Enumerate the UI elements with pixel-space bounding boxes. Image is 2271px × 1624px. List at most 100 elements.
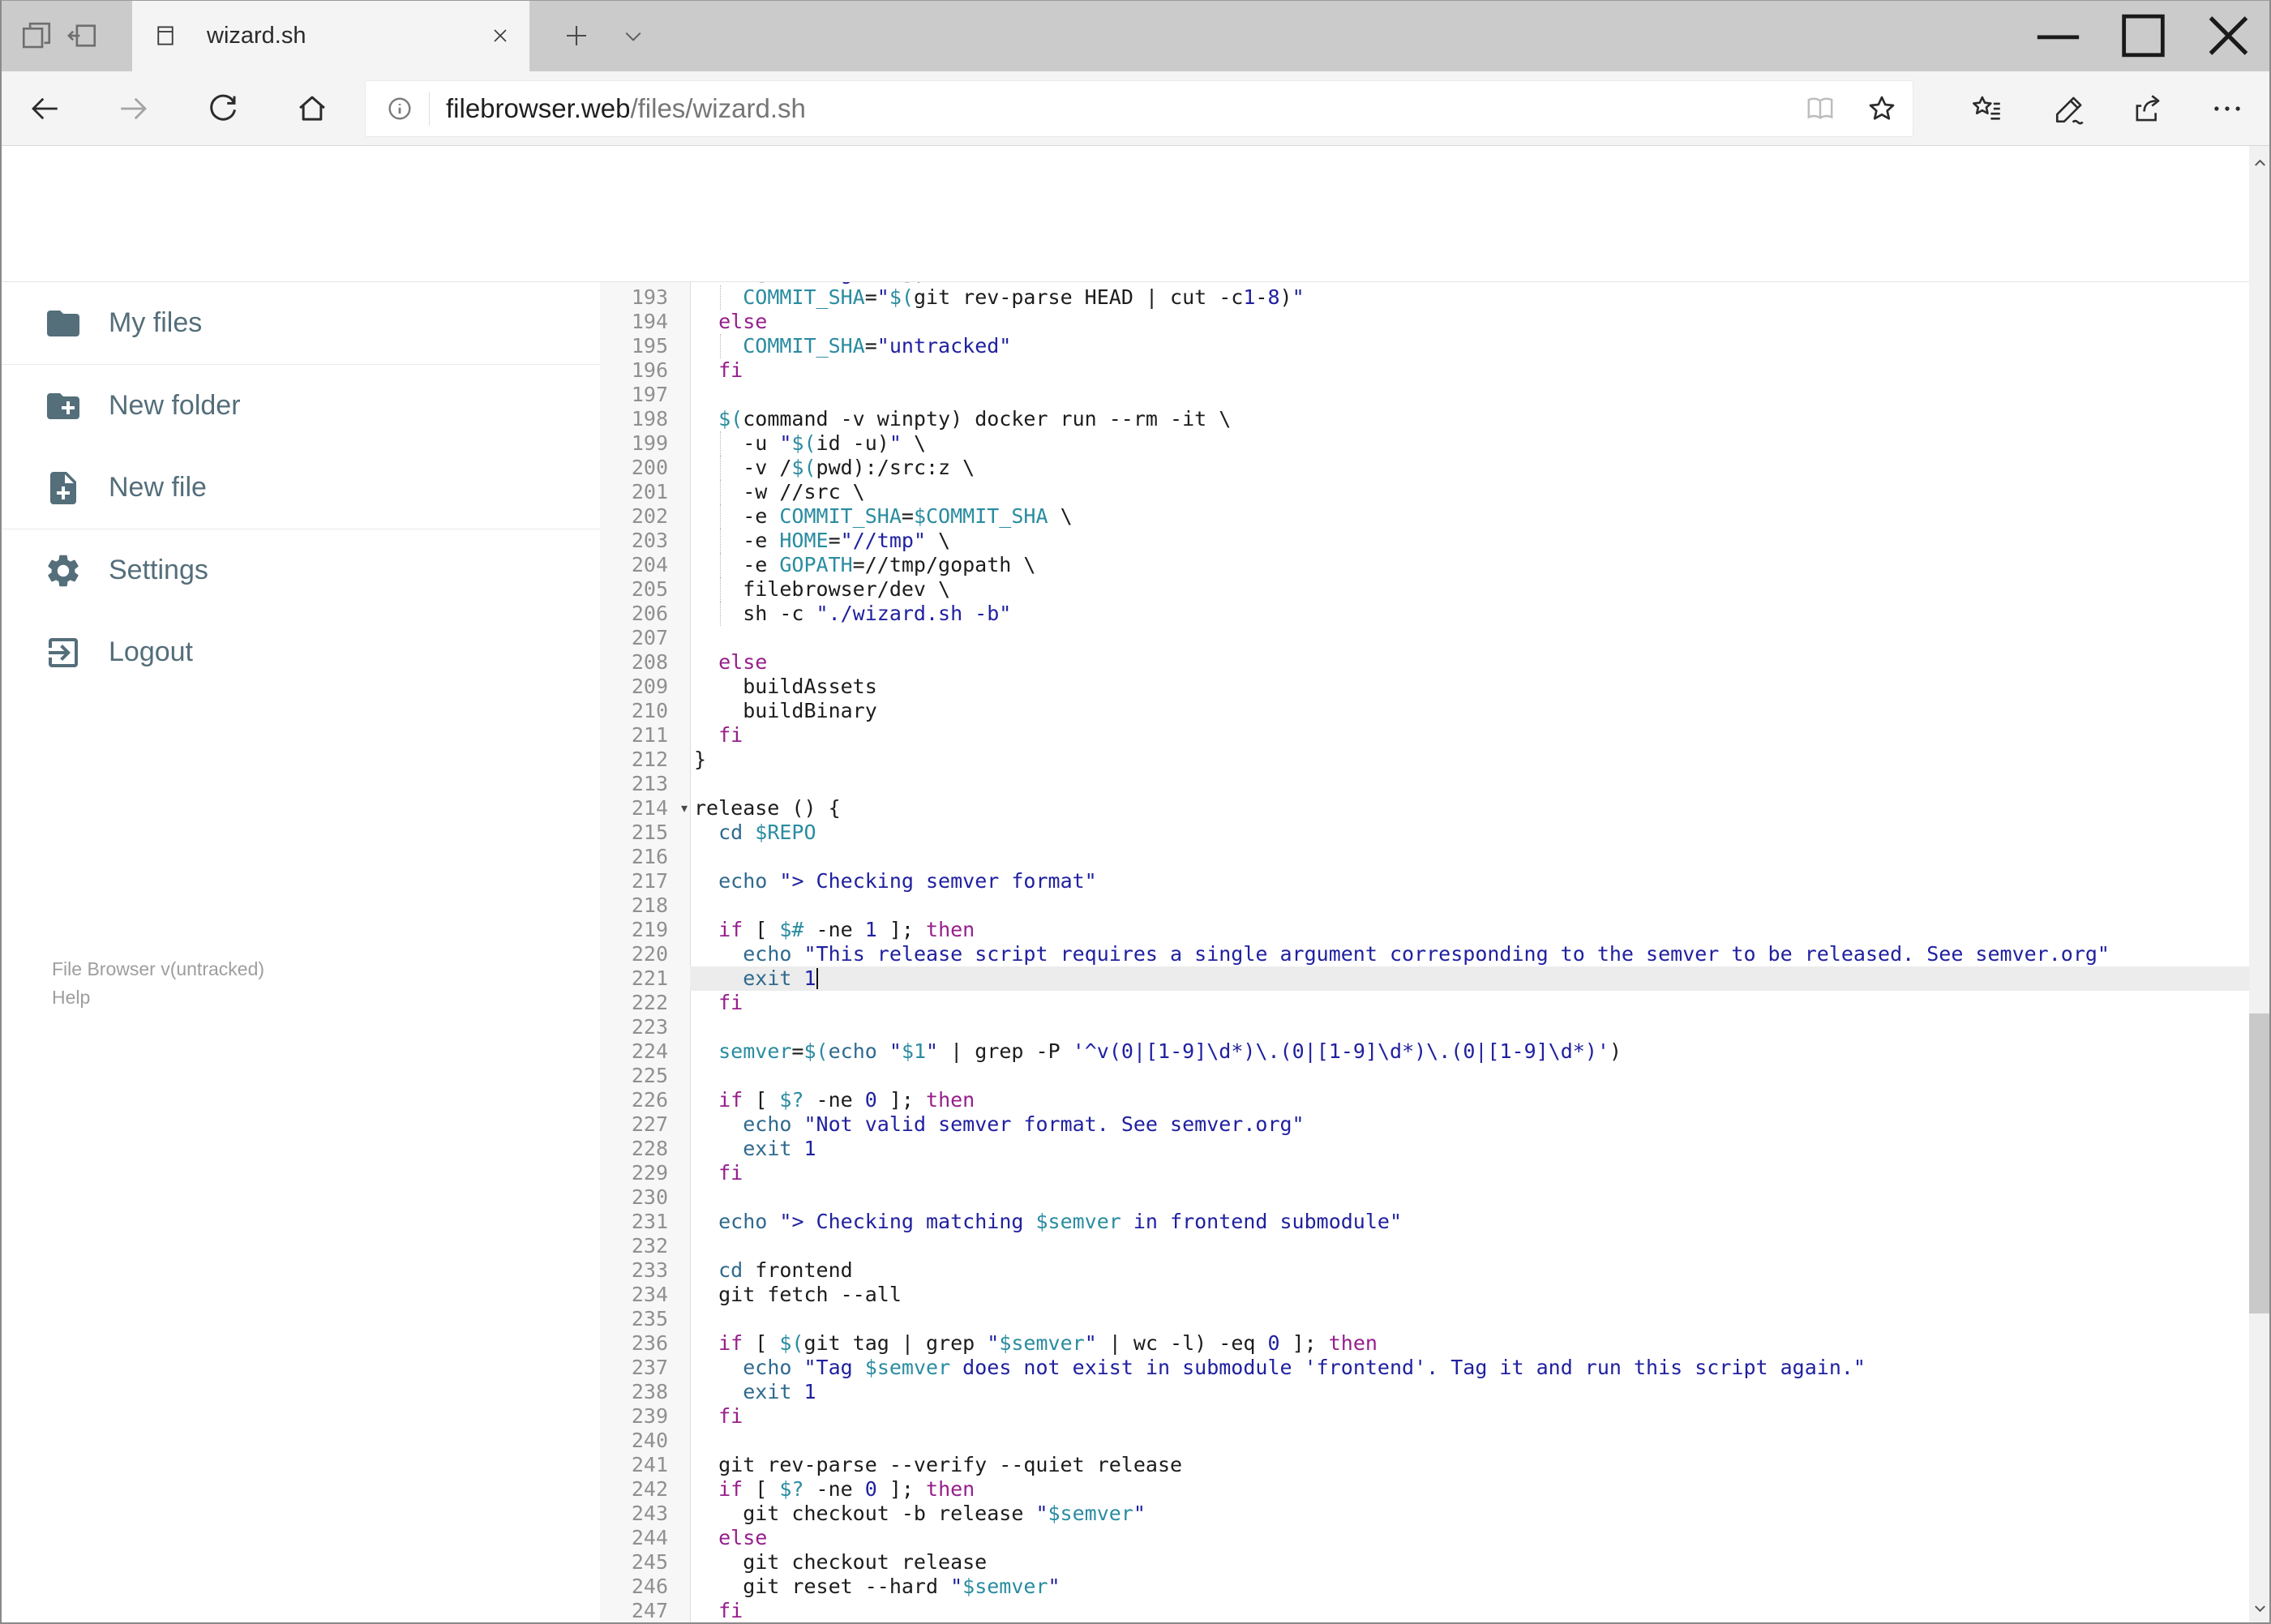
code-text: if [ $? -ne 0 ]; then <box>718 1088 975 1112</box>
line-number: 204 <box>631 553 668 576</box>
scrollbar[interactable] <box>2249 146 2271 1624</box>
tab-preview-button[interactable] <box>19 19 54 53</box>
scrollbar-thumb[interactable] <box>2249 1013 2271 1313</box>
forward-button[interactable] <box>117 92 151 126</box>
sidebar-item-label: Logout <box>109 636 193 667</box>
line-number: 227 <box>631 1112 668 1136</box>
code-line-231: 231 echo "> Checking matching $semver in… <box>600 1210 2249 1234</box>
web-note-button[interactable] <box>2053 92 2087 126</box>
tab-close-button[interactable] <box>489 24 512 47</box>
close-button[interactable] <box>2186 0 2271 71</box>
line-number: 225 <box>631 1064 668 1087</box>
sidebar-item-logout[interactable]: Logout <box>0 611 600 693</box>
scroll-up-arrow-icon[interactable] <box>2251 154 2269 173</box>
code-line-223: 223 <box>600 1015 2249 1039</box>
site-info-icon[interactable] <box>385 94 414 123</box>
hub-button[interactable] <box>1970 92 2004 126</box>
line-number: 229 <box>631 1161 668 1185</box>
line-number: 234 <box>631 1283 668 1306</box>
code-text: release () { <box>694 796 841 820</box>
code-text: else <box>718 1526 768 1549</box>
line-number: 196 <box>631 358 668 382</box>
sidebar-item-label: Settings <box>109 555 208 585</box>
line-number: 239 <box>631 1404 668 1428</box>
code-text: echo "Not valid semver format. See semve… <box>743 1112 1305 1136</box>
code-text: $(command -v winpty) docker run --rm -it… <box>718 407 1232 431</box>
line-number: 205 <box>631 577 668 601</box>
tab-list-chevron-button[interactable] <box>621 24 645 49</box>
code-text: git checkout -b release "$semver" <box>694 1502 1146 1525</box>
sidebar-item-my-files[interactable]: My files <box>0 282 600 364</box>
scroll-down-arrow-icon[interactable] <box>2251 1599 2269 1618</box>
sidebar-item-settings[interactable]: Settings <box>0 529 600 611</box>
code-line-199: 199 -u "$(id -u)" \ <box>600 431 2249 456</box>
line-number: 212 <box>631 748 668 771</box>
fold-arrow-icon[interactable]: ▾ <box>681 796 688 821</box>
code-text: fi <box>718 991 743 1014</box>
line-number: 226 <box>631 1088 668 1112</box>
sidebar-item-new-folder[interactable]: New folder <box>0 365 600 447</box>
set-tabs-aside-button[interactable] <box>65 19 99 53</box>
code-line-211: 211 fi <box>600 723 2249 748</box>
code-line-210: 210 buildBinary <box>600 699 2249 723</box>
minimize-button[interactable] <box>2016 0 2101 71</box>
code-text: -u "$(id -u)" \ <box>694 431 927 456</box>
reading-view-button[interactable] <box>1804 92 1836 125</box>
code-text: else <box>718 310 768 333</box>
code-line-233: 233 cd frontend <box>600 1258 2249 1283</box>
code-line-196: 196 fi <box>600 358 2249 383</box>
code-text: fi <box>718 1161 743 1185</box>
line-number: 237 <box>631 1356 668 1379</box>
code-text: fi <box>718 358 743 382</box>
share-page-button[interactable] <box>2131 92 2165 126</box>
set-aside-icon <box>65 19 99 53</box>
code-line-237: 237 echo "Tag $semver does not exist in … <box>600 1356 2249 1380</box>
refresh-button[interactable] <box>206 92 240 126</box>
code-text: echo "Tag $semver does not exist in subm… <box>743 1356 1866 1379</box>
code-line-220: 220 echo "This release script requires a… <box>600 942 2249 966</box>
code-text: if [ $? -ne 0 ]; then <box>718 1477 975 1501</box>
line-number: 232 <box>631 1234 668 1258</box>
code-line-243: 243 git checkout -b release "$semver" <box>600 1502 2249 1526</box>
page-icon <box>153 24 178 48</box>
sidebar-items: My files New folder New file Settings Logout <box>0 282 600 693</box>
code-line-238: 238 exit 1 <box>600 1380 2249 1404</box>
code-editor[interactable]: 192 if [ -d ".git" ]; then193 COMMIT_SHA… <box>600 282 2249 1624</box>
code-line-218: 218 <box>600 893 2249 918</box>
code-line-207: 207 <box>600 626 2249 650</box>
browser-tab[interactable]: wizard.sh <box>132 0 529 71</box>
code-line-212: 212} <box>600 748 2249 772</box>
code-line-200: 200 -v /$(pwd):/src:z \ <box>600 456 2249 480</box>
code-text: filebrowser/dev \ <box>694 577 951 602</box>
address-bar[interactable]: filebrowser.web/files/wizard.sh <box>365 80 1913 137</box>
indent-guide <box>720 529 721 553</box>
help-link[interactable]: Help <box>52 983 264 1012</box>
url-path: /files/wizard.sh <box>630 93 806 123</box>
code-text: buildAssets <box>694 675 877 698</box>
code-line-194: 194 else <box>600 310 2249 334</box>
line-number: 195 <box>631 334 668 358</box>
file-plus-icon <box>44 469 83 508</box>
home-button[interactable] <box>295 92 329 126</box>
line-number: 230 <box>631 1185 668 1209</box>
code-line-193: 193 COMMIT_SHA="$(git rev-parse HEAD | c… <box>600 285 2249 310</box>
sidebar-item-new-file[interactable]: New file <box>0 447 600 529</box>
code-lines: 192 if [ -d ".git" ]; then193 COMMIT_SHA… <box>600 282 2249 1623</box>
indent-guide <box>720 577 721 602</box>
back-button[interactable] <box>28 92 62 126</box>
code-line-240: 240 <box>600 1429 2249 1453</box>
new-tab-button[interactable] <box>562 21 591 50</box>
code-text: COMMIT_SHA="$(git rev-parse HEAD | cut -… <box>690 285 1305 310</box>
line-number: 238 <box>631 1380 668 1403</box>
code-text: buildBinary <box>694 699 877 722</box>
maximize-button[interactable] <box>2101 0 2186 71</box>
code-line-219: 219 if [ $# -ne 1 ]; then <box>600 918 2249 942</box>
code-text: exit 1 <box>743 966 818 990</box>
code-line-229: 229 fi <box>600 1161 2249 1185</box>
more-options-button[interactable] <box>2210 92 2244 126</box>
favorite-star-button[interactable] <box>1866 92 1898 125</box>
code-text: echo "> Checking matching $semver in fro… <box>718 1210 1403 1233</box>
code-line-217: 217 echo "> Checking semver format" <box>600 869 2249 893</box>
